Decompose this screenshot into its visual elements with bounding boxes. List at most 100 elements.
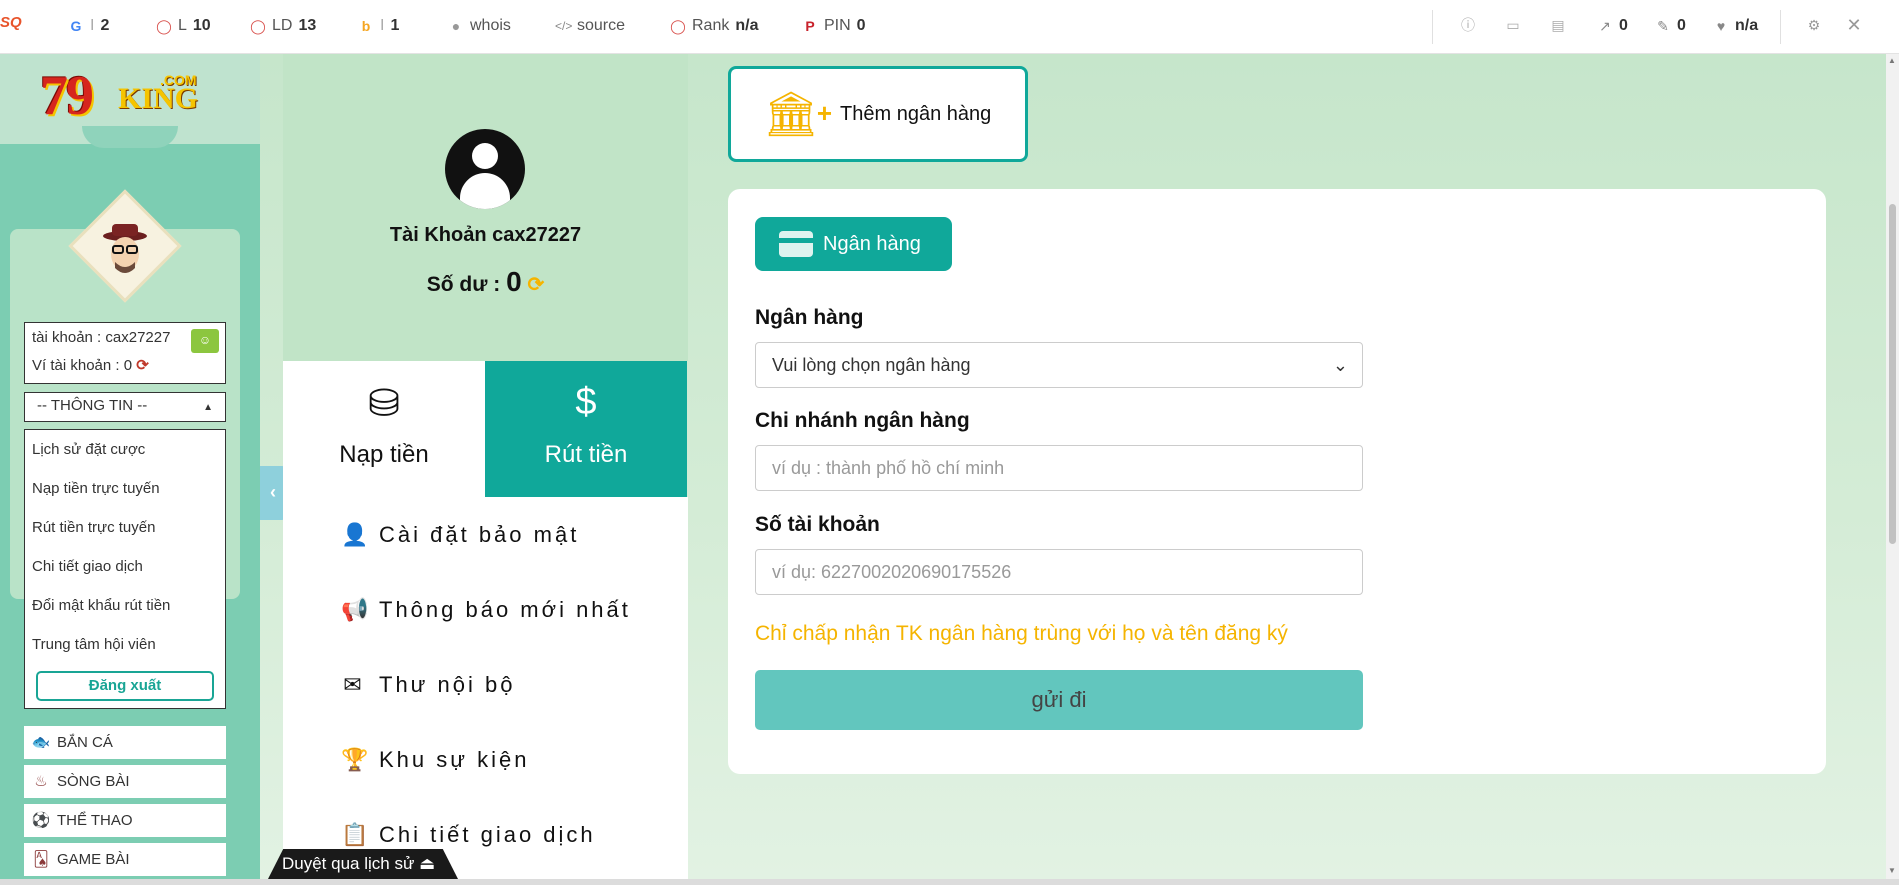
soccer-ball-icon: ⚽ xyxy=(31,812,51,829)
seo-logo-icon[interactable]: SQ xyxy=(0,14,24,40)
presentation-icon[interactable]: ▭ xyxy=(1505,17,1521,33)
logout-button[interactable]: Đăng xuất xyxy=(36,671,214,701)
dropdown-item-online-deposit[interactable]: Nạp tiền trực tuyến xyxy=(25,469,225,508)
trophy-icon: 🏆 xyxy=(341,746,372,772)
circle-icon: ◯ xyxy=(670,18,686,34)
left-sidebar: 79 .COM KING tài khoản : cax27227 Ví tài… xyxy=(0,54,260,879)
profile-account-name: Tài Khoản cax27227 xyxy=(389,224,582,246)
close-icon[interactable]: ✕ xyxy=(1846,16,1862,34)
site-logo-number[interactable]: 79 xyxy=(40,64,94,128)
plus-icon: + xyxy=(816,97,833,128)
toolbar-divider xyxy=(1780,10,1781,44)
game-list: 🐟 BẮN CÁ ♨ SÒNG BÀI ⚽ THỂ THAO 🂡 GAME BÀ… xyxy=(24,726,226,879)
seo-toolbar: SQ G I 2 ◯ L 10 ◯ LD 13 b I 1 ● whois </… xyxy=(0,0,1899,54)
dropdown-item-member-center[interactable]: Trung tâm hội viên xyxy=(25,625,225,664)
caret-up-icon: ▲ xyxy=(203,402,213,413)
profile-balance: Số dư : 0 ⟳ xyxy=(426,266,545,297)
chevron-down-icon: ⌄ xyxy=(1332,355,1348,375)
cards-icon: 🂡 xyxy=(33,851,49,868)
history-bar[interactable]: Duyệt qua lịch sử ⏏ xyxy=(268,849,458,879)
external-link-icon: ↗ xyxy=(1599,18,1611,34)
page-scrollbar[interactable]: ▲ ▼ xyxy=(1886,54,1899,879)
circle-icon: ◯ xyxy=(156,18,172,34)
chat-icon[interactable]: ☺ xyxy=(191,329,219,353)
withdraw-hand-icon: $ xyxy=(575,381,597,423)
eject-icon: ⏏ xyxy=(419,854,436,873)
scroll-down-icon[interactable]: ▼ xyxy=(1888,866,1896,875)
deposit-withdraw-tabs: ⛁ Nạp tiền $ Rút tiền xyxy=(283,361,688,497)
tab-deposit[interactable]: ⛁ Nạp tiền xyxy=(283,361,485,497)
tab-withdraw[interactable]: $ Rút tiền xyxy=(485,361,687,497)
info-icon[interactable]: ⓘ xyxy=(1460,17,1476,33)
menu-item-events[interactable]: 🏆 Khu sự kiện xyxy=(283,722,688,797)
dropdown-item-transaction-details[interactable]: Chi tiết giao dịch xyxy=(25,547,225,586)
seo-item-source[interactable]: </> source xyxy=(555,17,625,35)
heart-icon: ♥ xyxy=(1716,18,1726,34)
seo-item-pin[interactable]: P PIN 0 xyxy=(802,17,865,35)
seo-item-rank[interactable]: ◯ Rank n/a xyxy=(670,17,758,35)
user-icon: ● xyxy=(451,18,461,34)
bank-select[interactable]: Vui lòng chọn ngân hàng ⌄ xyxy=(755,342,1363,388)
seo-item-google[interactable]: G I 2 xyxy=(68,17,110,35)
logo-area: 79 .COM KING xyxy=(0,54,260,148)
clipboard-icon: 📋 xyxy=(341,821,372,847)
bank-form-card: Ngân hàng Ngân hàng Vui lòng chọn ngân h… xyxy=(728,189,1826,774)
document-icon[interactable]: ▤ xyxy=(1550,17,1566,33)
refresh-balance-icon[interactable]: ⟳ xyxy=(528,274,545,296)
bottom-edge xyxy=(0,879,1899,885)
info-dropdown-menu: Lịch sử đặt cược Nạp tiền trực tuyến Rút… xyxy=(24,429,226,709)
code-icon: </> xyxy=(555,19,573,33)
bank-tab-pill[interactable]: Ngân hàng xyxy=(755,217,952,271)
game-item-casino[interactable]: ♨ SÒNG BÀI xyxy=(24,765,226,798)
seo-item-edit[interactable]: ✎ 0 xyxy=(1655,17,1686,35)
credit-card-icon xyxy=(779,231,813,257)
game-item-card-games[interactable]: 🂡 GAME BÀI xyxy=(24,843,226,876)
casino-icon: ♨ xyxy=(34,773,48,790)
menu-item-security-settings[interactable]: 👤 Cài đặt bảo mật xyxy=(283,497,688,572)
info-select[interactable]: -- THÔNG TIN -- ▲ xyxy=(24,392,226,422)
page: 79 .COM KING tài khoản : cax27227 Ví tài… xyxy=(0,54,1886,879)
bank-icon: 🏛 xyxy=(763,90,819,139)
branch-input[interactable]: ví dụ : thành phố hồ chí minh xyxy=(755,445,1363,491)
toolbar-divider xyxy=(1432,10,1433,44)
megaphone-icon: 📢 xyxy=(341,596,372,622)
wallet-balance: Ví tài khoản : 0 ⟳ xyxy=(32,357,149,374)
scrollbar-thumb[interactable] xyxy=(1889,204,1896,544)
seo-item-external[interactable]: ↗ 0 xyxy=(1597,17,1628,35)
bank-name-note: Chỉ chấp nhận TK ngân hàng trùng với họ … xyxy=(755,622,1288,645)
refresh-icon[interactable]: ⟳ xyxy=(136,357,149,374)
seo-item-bing[interactable]: b I 1 xyxy=(358,17,400,35)
google-icon: G xyxy=(70,18,82,34)
dropdown-item-bet-history[interactable]: Lịch sử đặt cược xyxy=(25,430,225,469)
dropdown-item-change-withdraw-password[interactable]: Đổi mật khẩu rút tiền xyxy=(25,586,225,625)
deposit-icon: ⛁ xyxy=(368,383,400,425)
bank-label: Ngân hàng xyxy=(755,306,864,329)
scroll-up-icon[interactable]: ▲ xyxy=(1888,56,1896,65)
account-info-box: tài khoản : cax27227 Ví tài khoản : 0 ⟳ … xyxy=(24,322,226,384)
account-panel: Tài Khoản cax27227 Số dư : 0 ⟳ ⛁ Nạp tiề… xyxy=(283,54,688,879)
menu-item-latest-notifications[interactable]: 📢 Thông báo mới nhất xyxy=(283,572,688,647)
user-profile-icon xyxy=(445,129,525,209)
user-shield-icon: 👤 xyxy=(341,521,372,547)
account-menu: 👤 Cài đặt bảo mật 📢 Thông báo mới nhất ✉… xyxy=(283,497,688,879)
game-item-sports[interactable]: ⚽ THỂ THAO xyxy=(24,804,226,837)
fish-icon: 🐟 xyxy=(31,734,51,751)
edit-icon: ✎ xyxy=(1657,18,1669,34)
menu-item-internal-mail[interactable]: ✉ Thư nội bộ xyxy=(283,647,688,722)
seo-item-linking-domains[interactable]: ◯ LD 13 xyxy=(250,17,316,35)
submit-button[interactable]: gửi đi xyxy=(755,670,1363,730)
avatar-face-icon xyxy=(103,224,147,273)
site-logo-king: KING xyxy=(118,82,199,115)
envelope-icon: ✉ xyxy=(343,671,365,697)
seo-item-heart[interactable]: ♥ n/a xyxy=(1713,17,1758,35)
account-number-input[interactable]: ví dụ: 6227002020690175526 xyxy=(755,549,1363,595)
dropdown-item-online-withdraw[interactable]: Rút tiền trực tuyến xyxy=(25,508,225,547)
seo-item-whois[interactable]: ● whois xyxy=(448,17,511,35)
logo-notch xyxy=(82,126,178,148)
seo-item-links[interactable]: ◯ L 10 xyxy=(156,17,211,35)
add-bank-button[interactable]: 🏛 + Thêm ngân hàng xyxy=(728,66,1028,162)
balance-amount: 0 xyxy=(506,266,522,297)
gear-icon[interactable]: ⚙ xyxy=(1806,17,1822,33)
game-item-fishing[interactable]: 🐟 BẮN CÁ xyxy=(24,726,226,759)
account-number-label: Số tài khoản xyxy=(755,513,880,536)
